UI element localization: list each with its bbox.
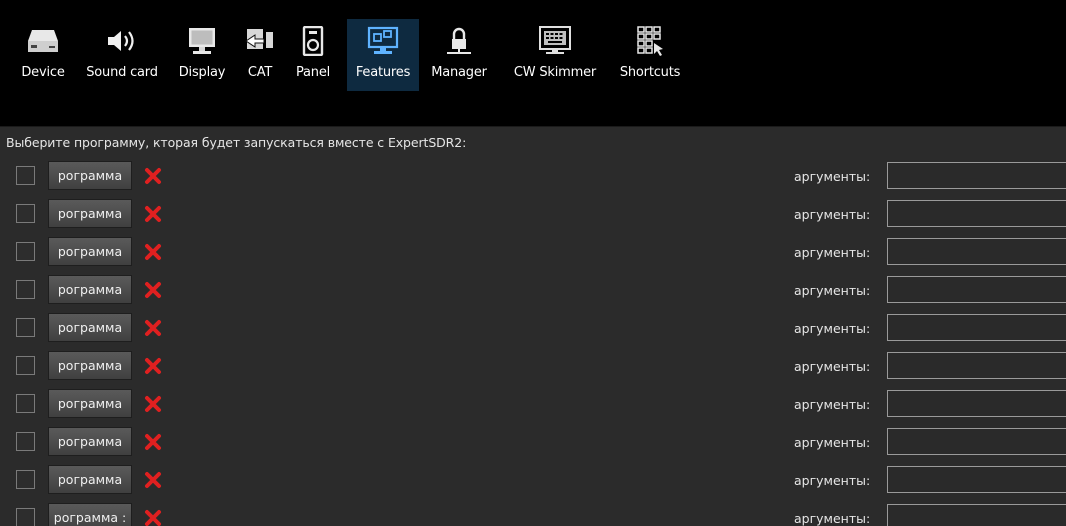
program-row: рограмма аргументы:	[0, 196, 1066, 234]
arguments-input[interactable]	[887, 390, 1066, 417]
tab-panel[interactable]: Panel	[293, 19, 333, 91]
tab-label: Features	[355, 65, 411, 80]
select-program-button[interactable]: рограмма	[48, 389, 132, 418]
tab-label: CW Skimmer	[513, 65, 597, 80]
arguments-input[interactable]	[887, 504, 1066, 526]
enable-checkbox[interactable]	[16, 432, 35, 451]
select-program-button[interactable]: рограмма :	[48, 503, 132, 526]
arguments-label: аргументы:	[794, 473, 871, 488]
arguments-input[interactable]	[887, 162, 1066, 189]
settings-toolbar: Device Sound card Display CAT Panel Feat…	[0, 0, 1066, 127]
delete-icon[interactable]	[142, 241, 164, 263]
tab-cw-skimmer[interactable]: CW Skimmer	[503, 19, 607, 91]
delete-icon[interactable]	[142, 393, 164, 415]
delete-icon[interactable]	[142, 317, 164, 339]
panel-icon	[296, 23, 330, 59]
monitor-icon	[185, 23, 219, 59]
arguments-input[interactable]	[887, 428, 1066, 455]
delete-icon[interactable]	[142, 507, 164, 526]
tab-manager[interactable]: Manager	[423, 19, 495, 91]
delete-icon[interactable]	[142, 355, 164, 377]
arguments-label: аргументы:	[794, 397, 871, 412]
enable-checkbox[interactable]	[16, 204, 35, 223]
cat-port-icon	[243, 23, 277, 59]
delete-icon[interactable]	[142, 203, 164, 225]
program-row: рограмма аргументы:	[0, 348, 1066, 386]
enable-checkbox[interactable]	[16, 280, 35, 299]
tab-label: Panel	[295, 65, 331, 80]
tab-label: Manager	[431, 65, 487, 80]
select-program-button[interactable]: рограмма	[48, 237, 132, 266]
program-row: рограмма аргументы:	[0, 462, 1066, 500]
enable-checkbox[interactable]	[16, 470, 35, 489]
select-program-button[interactable]: рограмма	[48, 465, 132, 494]
tab-display[interactable]: Display	[174, 19, 230, 91]
arguments-input[interactable]	[887, 314, 1066, 341]
select-program-button[interactable]: рограмма	[48, 427, 132, 456]
arguments-label: аргументы:	[794, 511, 871, 526]
select-program-button[interactable]: рограмма	[48, 351, 132, 380]
arguments-input[interactable]	[887, 238, 1066, 265]
speaker-icon	[105, 23, 139, 59]
device-icon	[26, 23, 60, 59]
tab-label: Shortcuts	[619, 65, 681, 80]
arguments-input[interactable]	[887, 276, 1066, 303]
tab-shortcuts[interactable]: Shortcuts	[612, 19, 688, 91]
program-row: рограмма аргументы:	[0, 386, 1066, 424]
select-program-button[interactable]: рограмма	[48, 199, 132, 228]
keyboard-icon	[538, 23, 572, 59]
arguments-input[interactable]	[887, 466, 1066, 493]
arguments-label: аргументы:	[794, 207, 871, 222]
manager-icon	[442, 23, 476, 59]
arguments-label: аргументы:	[794, 321, 871, 336]
tab-label: Display	[178, 65, 226, 80]
enable-checkbox[interactable]	[16, 356, 35, 375]
tab-label: CAT	[247, 65, 273, 80]
features-intro-text: Выберите программу, кторая будет запуска…	[6, 135, 467, 150]
delete-icon[interactable]	[142, 279, 164, 301]
program-row: рограмма аргументы:	[0, 310, 1066, 348]
arguments-label: аргументы:	[794, 359, 871, 374]
tab-label: Sound card	[86, 65, 158, 80]
delete-icon[interactable]	[142, 469, 164, 491]
select-program-button[interactable]: рограмма	[48, 275, 132, 304]
features-icon	[366, 23, 400, 59]
tab-device[interactable]: Device	[18, 19, 68, 91]
program-row: рограмма аргументы:	[0, 272, 1066, 310]
tab-features[interactable]: Features	[347, 19, 419, 91]
arguments-label: аргументы:	[794, 169, 871, 184]
program-row: рограмма аргументы:	[0, 158, 1066, 196]
delete-icon[interactable]	[142, 431, 164, 453]
arguments-input[interactable]	[887, 352, 1066, 379]
select-program-button[interactable]: рограмма	[48, 161, 132, 190]
delete-icon[interactable]	[142, 165, 164, 187]
arguments-input[interactable]	[887, 200, 1066, 227]
shortcuts-icon	[633, 23, 667, 59]
autostart-programs-list: рограмма аргументы: рограмма аргументы: …	[0, 158, 1066, 526]
arguments-label: аргументы:	[794, 245, 871, 260]
tab-label: Device	[21, 65, 65, 80]
program-row: рограмма аргументы:	[0, 234, 1066, 272]
program-row: рограмма аргументы:	[0, 424, 1066, 462]
enable-checkbox[interactable]	[16, 394, 35, 413]
tab-sound-card[interactable]: Sound card	[80, 19, 164, 91]
enable-checkbox[interactable]	[16, 242, 35, 261]
enable-checkbox[interactable]	[16, 318, 35, 337]
settings-window: Device Sound card Display CAT Panel Feat…	[0, 0, 1066, 526]
enable-checkbox[interactable]	[16, 166, 35, 185]
enable-checkbox[interactable]	[16, 508, 35, 526]
arguments-label: аргументы:	[794, 435, 871, 450]
tab-cat[interactable]: CAT	[240, 19, 280, 91]
program-row: рограмма : аргументы:	[0, 500, 1066, 526]
arguments-label: аргументы:	[794, 283, 871, 298]
select-program-button[interactable]: рограмма	[48, 313, 132, 342]
